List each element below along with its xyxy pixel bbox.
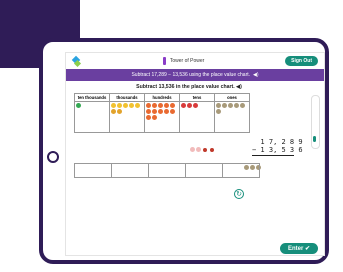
cell-ones[interactable] xyxy=(214,101,250,133)
instruction-text: Subtract 17,289 − 13,536 using the place… xyxy=(131,72,251,78)
side-scrollbar[interactable] xyxy=(311,95,320,149)
cell-ten-thousands[interactable] xyxy=(74,101,110,133)
counter-hundred[interactable] xyxy=(146,115,151,120)
counter-hundred[interactable] xyxy=(146,109,151,114)
counter-hundred[interactable] xyxy=(152,115,157,120)
column-header-thousands: thousands xyxy=(109,93,145,102)
counter-hundred[interactable] xyxy=(170,103,175,108)
column-header-hundreds: hundreds xyxy=(144,93,180,102)
counter-hundred[interactable] xyxy=(158,109,163,114)
equation-rule xyxy=(252,155,294,156)
activity-subtitle-text: Subtract 13,536 in the place value chart… xyxy=(136,84,235,90)
bottom-bar: Enter ✔ xyxy=(66,241,324,255)
answer-cell-ten-thousands[interactable] xyxy=(74,163,112,178)
counter-ten[interactable] xyxy=(187,103,192,108)
counter-one[interactable] xyxy=(222,103,227,108)
activity-area: Subtract 13,536 in the place value chart… xyxy=(66,81,324,249)
equation-bottom: − 1 3, 5 3 6 xyxy=(252,146,303,154)
app-title-wrap: Tower of Power xyxy=(162,57,205,65)
column-header-ten-thousands: ten thousands xyxy=(74,93,110,102)
remove-marker-icon xyxy=(209,147,215,153)
equation-top: 1 7, 2 8 9 xyxy=(260,138,303,146)
speaker-icon[interactable]: ◀) xyxy=(253,72,259,78)
counter-hundred[interactable] xyxy=(158,103,163,108)
sign-out-button[interactable]: Sign Out xyxy=(285,56,318,66)
speaker-icon[interactable]: ◀) xyxy=(236,84,242,90)
counter-hundred[interactable] xyxy=(170,109,175,114)
answer-cell-ones[interactable] xyxy=(222,163,260,178)
removed-tens-counters xyxy=(190,147,215,153)
counter-hundred[interactable] xyxy=(146,103,151,108)
enter-button[interactable]: Enter ✔ xyxy=(279,242,318,254)
column-header-ones: ones xyxy=(214,93,250,102)
refresh-icon[interactable]: ↻ xyxy=(234,189,244,199)
app-title: Tower of Power xyxy=(169,58,205,64)
answer-cell-hundreds[interactable] xyxy=(148,163,186,178)
column-header-tens: tens xyxy=(179,93,215,102)
cell-tens[interactable] xyxy=(179,101,215,133)
activity-subtitle: Subtract 13,536 in the place value chart… xyxy=(66,84,312,90)
counter-thousand[interactable] xyxy=(123,103,128,108)
counter-hundred[interactable] xyxy=(164,103,169,108)
counter-one[interactable] xyxy=(216,109,221,114)
app-logo-icon[interactable] xyxy=(72,56,82,66)
vertical-equation: 1 7, 2 8 9 − 1 3, 5 3 6 xyxy=(252,138,303,156)
answer-cell-thousands[interactable] xyxy=(111,163,149,178)
tablet-frame: Tower of Power Sign Out Subtract 17,289 … xyxy=(39,38,329,264)
counter-ten-removed[interactable] xyxy=(190,147,195,152)
counter-ten-thousand[interactable] xyxy=(76,103,81,108)
counter-thousand[interactable] xyxy=(111,109,116,114)
app-screen: Tower of Power Sign Out Subtract 17,289 … xyxy=(65,52,325,256)
top-bar: Tower of Power Sign Out xyxy=(66,53,324,69)
counter-one[interactable] xyxy=(240,103,245,108)
counter-thousand[interactable] xyxy=(117,103,122,108)
cell-hundreds[interactable] xyxy=(144,101,180,133)
place-value-chart: ten thousands thousands hundreds tens on… xyxy=(74,93,250,133)
counter-hundred[interactable] xyxy=(152,109,157,114)
answer-cell-tens[interactable] xyxy=(185,163,223,178)
counter-ten-removed[interactable] xyxy=(196,147,201,152)
tower-icon xyxy=(162,57,166,65)
remove-marker-icon xyxy=(202,147,208,153)
counter-ten[interactable] xyxy=(181,103,186,108)
counter-thousand[interactable] xyxy=(129,103,134,108)
counter-hundred[interactable] xyxy=(164,109,169,114)
counter-one[interactable] xyxy=(228,103,233,108)
scroll-thumb[interactable] xyxy=(313,136,316,142)
counter-one[interactable] xyxy=(216,103,221,108)
check-icon: ✔ xyxy=(304,245,310,252)
counter-thousand[interactable] xyxy=(135,103,140,108)
enter-label: Enter xyxy=(287,245,304,252)
instruction-bar: Subtract 17,289 − 13,536 using the place… xyxy=(66,69,324,81)
counter-one[interactable] xyxy=(234,103,239,108)
cell-thousands[interactable] xyxy=(109,101,145,133)
counter-thousand[interactable] xyxy=(117,109,122,114)
subtraction-row xyxy=(74,163,260,178)
counter-ten[interactable] xyxy=(193,103,198,108)
tablet-home-button xyxy=(47,151,59,163)
counter-thousand[interactable] xyxy=(111,103,116,108)
counter-hundred[interactable] xyxy=(152,103,157,108)
